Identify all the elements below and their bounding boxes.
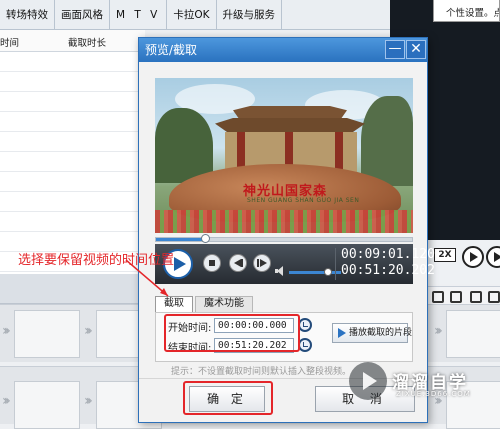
annotation-arrow	[125, 259, 169, 297]
ok-button-highlight	[183, 381, 273, 415]
watermark-logo-icon	[349, 362, 387, 400]
watermark-url: ZIXUE.3D66.COM	[396, 390, 471, 398]
time-fields-highlight	[164, 314, 300, 352]
